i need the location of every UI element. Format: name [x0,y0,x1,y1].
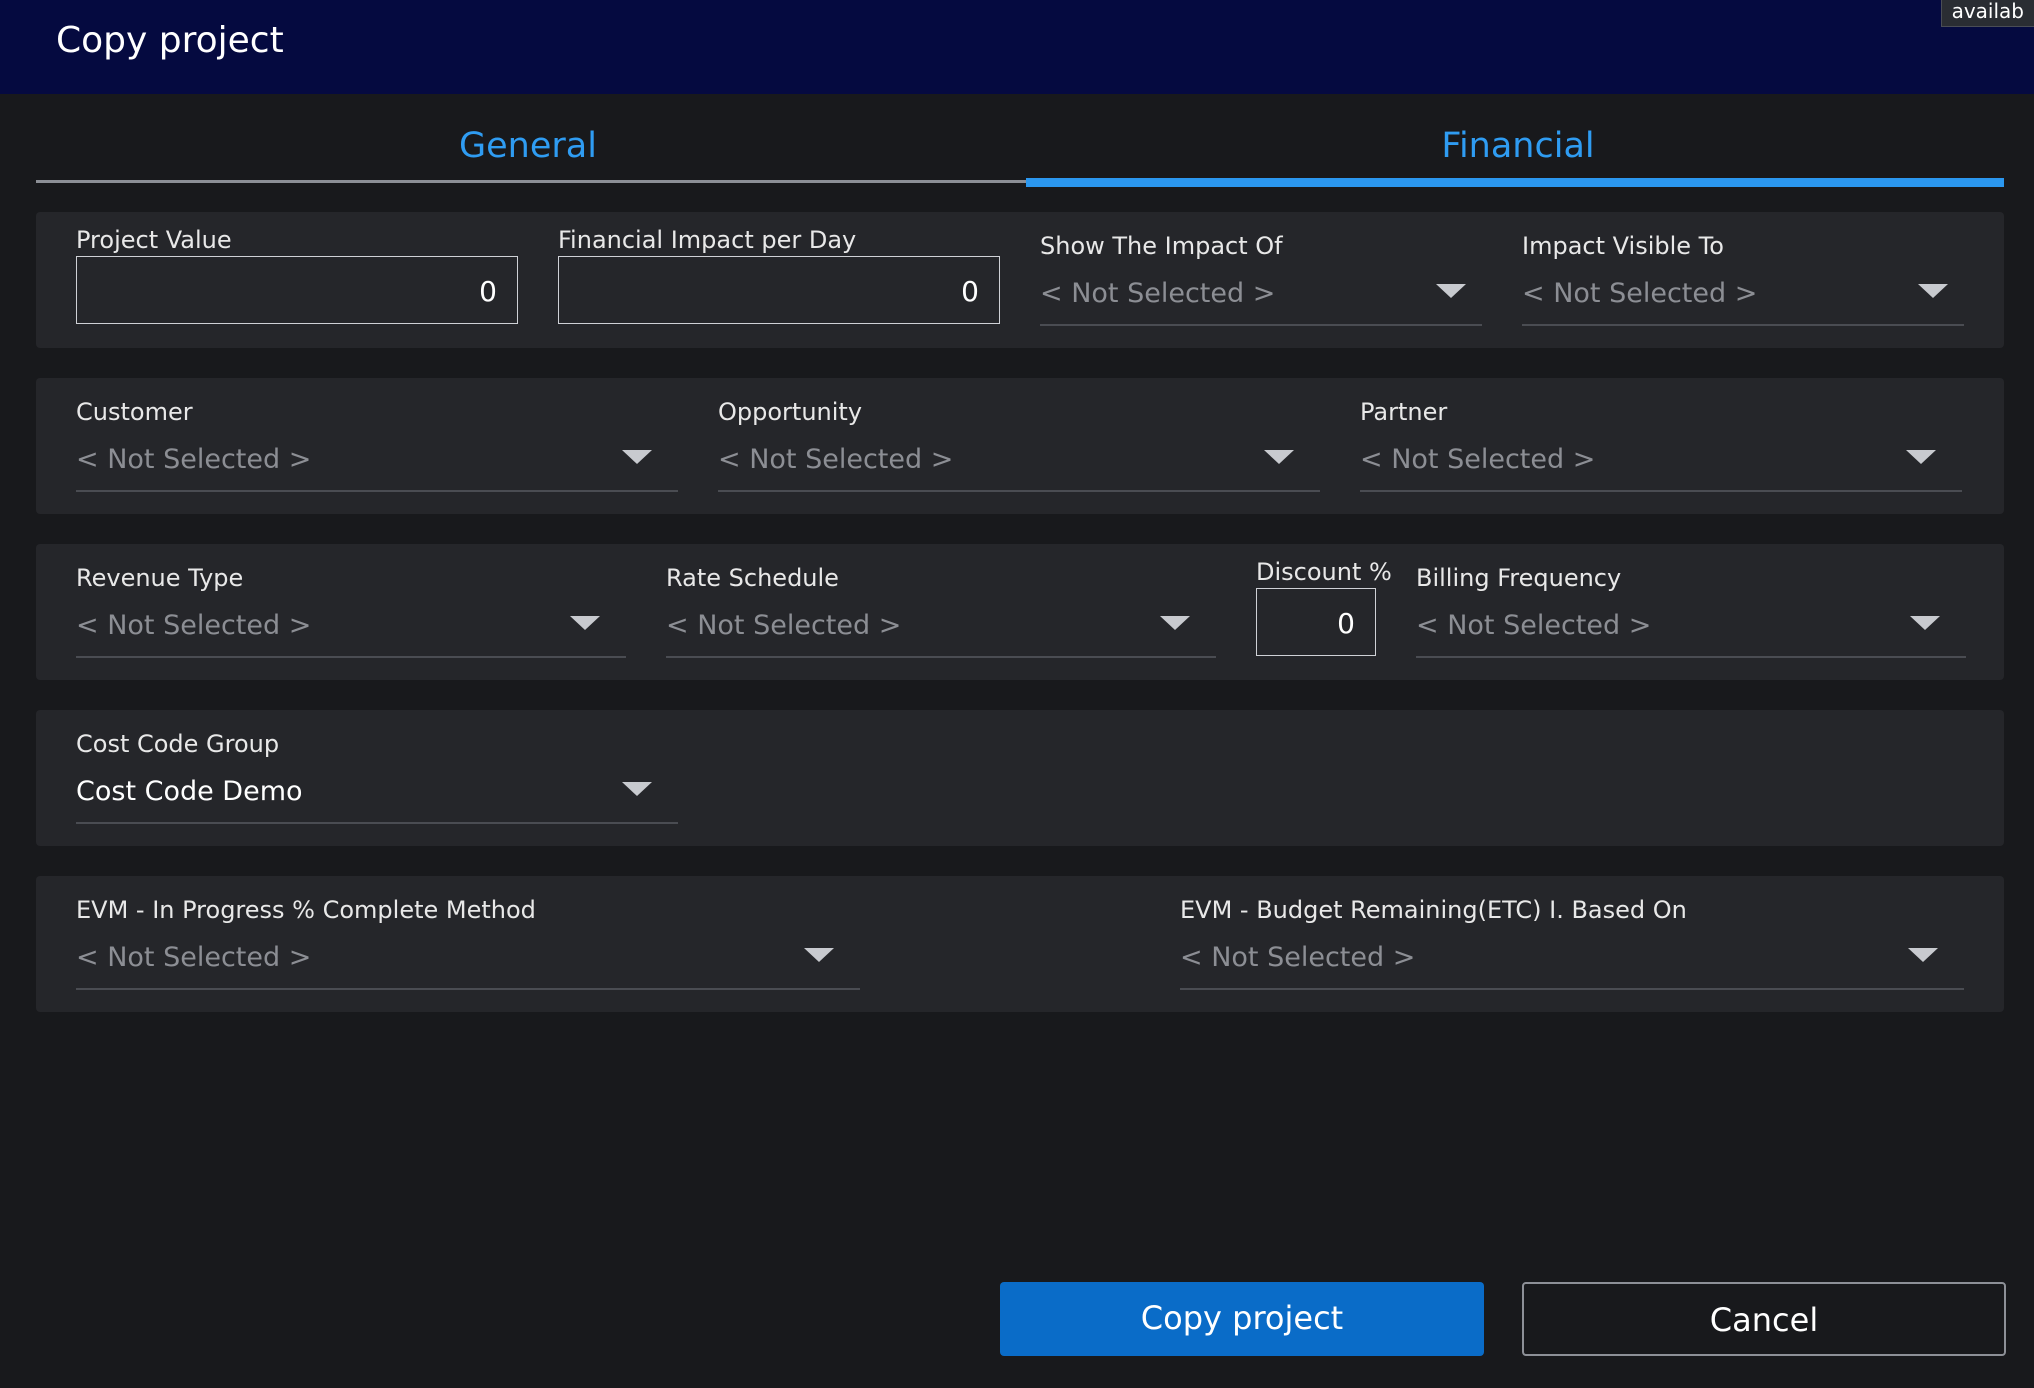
tab-underline [36,180,1026,183]
panel-revenue: Revenue Type < Not Selected > Rate Sched… [36,544,2004,680]
panel-value-impact: Project Value 0 Financial Impact per Day… [36,212,2004,348]
rate-schedule-label: Rate Schedule [666,564,839,592]
chevron-down-icon [1908,948,1938,962]
cost-code-group-select[interactable]: Cost Code Demo [76,772,678,824]
tab-bar: General Financial [36,118,2004,190]
show-impact-label: Show The Impact Of [1040,232,1283,260]
financial-impact-text: 0 [961,275,979,308]
project-value-field: Project Value 0 [76,226,518,336]
panel-customer: Customer < Not Selected > Opportunity < … [36,378,2004,514]
financial-impact-input[interactable]: 0 [558,256,1000,324]
chevron-down-icon [804,948,834,962]
show-impact-value: < Not Selected > [1040,278,1276,309]
discount-input[interactable]: 0 [1256,588,1376,656]
billing-frequency-label: Billing Frequency [1416,564,1622,592]
rate-schedule-select[interactable]: < Not Selected > [666,606,1216,658]
evm-budget-value: < Not Selected > [1180,942,1416,973]
chevron-down-icon [622,450,652,464]
evm-budget-label: EVM - Budget Remaining(ETC) I. Based On [1180,896,1687,924]
partner-value: < Not Selected > [1360,444,1596,475]
chevron-down-icon [1436,284,1466,298]
customer-label: Customer [76,398,193,426]
revenue-type-label: Revenue Type [76,564,244,592]
opportunity-field: Opportunity < Not Selected > [718,398,1320,508]
evm-in-progress-field: EVM - In Progress % Complete Method < No… [76,896,860,1006]
chevron-down-icon [1160,616,1190,630]
revenue-type-field: Revenue Type < Not Selected > [76,564,626,674]
partner-select[interactable]: < Not Selected > [1360,440,1962,492]
chevron-down-icon [1918,284,1948,298]
impact-visible-label: Impact Visible To [1522,232,1724,260]
impact-visible-select[interactable]: < Not Selected > [1522,274,1964,326]
show-impact-select[interactable]: < Not Selected > [1040,274,1482,326]
copy-project-button[interactable]: Copy project [1000,1282,1484,1356]
show-impact-field: Show The Impact Of < Not Selected > [1040,232,1482,342]
billing-frequency-field: Billing Frequency < Not Selected > [1416,564,1966,674]
customer-select[interactable]: < Not Selected > [76,440,678,492]
discount-label: Discount % [1256,558,1392,586]
panel-evm: EVM - In Progress % Complete Method < No… [36,876,2004,1012]
chevron-down-icon [622,782,652,796]
dialog-title: Copy project [56,20,284,61]
discount-field: Discount % 0 [1256,558,1392,668]
opportunity-value: < Not Selected > [718,444,954,475]
evm-budget-field: EVM - Budget Remaining(ETC) I. Based On … [1180,896,1964,1006]
partner-field: Partner < Not Selected > [1360,398,1962,508]
cost-code-group-field: Cost Code Group Cost Code Demo [76,730,678,840]
customer-value: < Not Selected > [76,444,312,475]
discount-text: 0 [1337,607,1355,640]
cost-code-group-value: Cost Code Demo [76,776,303,807]
impact-visible-field: Impact Visible To < Not Selected > [1522,232,1964,342]
chevron-down-icon [1264,450,1294,464]
cancel-button[interactable]: Cancel [1522,1282,2006,1356]
revenue-type-select[interactable]: < Not Selected > [76,606,626,658]
billing-frequency-select[interactable]: < Not Selected > [1416,606,1966,658]
evm-in-progress-value: < Not Selected > [76,942,312,973]
customer-field: Customer < Not Selected > [76,398,678,508]
project-value-input[interactable]: 0 [76,256,518,324]
opportunity-select[interactable]: < Not Selected > [718,440,1320,492]
cost-code-group-label: Cost Code Group [76,730,280,758]
rate-schedule-value: < Not Selected > [666,610,902,641]
evm-in-progress-select[interactable]: < Not Selected > [76,938,860,990]
availability-tag: availab [1940,0,2034,27]
financial-impact-field: Financial Impact per Day 0 [558,226,1000,336]
partner-label: Partner [1360,398,1448,426]
revenue-type-value: < Not Selected > [76,610,312,641]
tab-active-indicator [1026,178,2004,187]
rate-schedule-field: Rate Schedule < Not Selected > [666,564,1216,674]
financial-impact-label: Financial Impact per Day [558,226,857,254]
billing-frequency-value: < Not Selected > [1416,610,1652,641]
impact-visible-value: < Not Selected > [1522,278,1758,309]
dialog-titlebar: Copy project availab [0,0,2034,94]
project-value-text: 0 [479,275,497,308]
evm-budget-select[interactable]: < Not Selected > [1180,938,1964,990]
chevron-down-icon [570,616,600,630]
evm-in-progress-label: EVM - In Progress % Complete Method [76,896,536,924]
project-value-label: Project Value [76,226,232,254]
chevron-down-icon [1906,450,1936,464]
panel-cost-code: Cost Code Group Cost Code Demo [36,710,2004,846]
opportunity-label: Opportunity [718,398,863,426]
chevron-down-icon [1910,616,1940,630]
